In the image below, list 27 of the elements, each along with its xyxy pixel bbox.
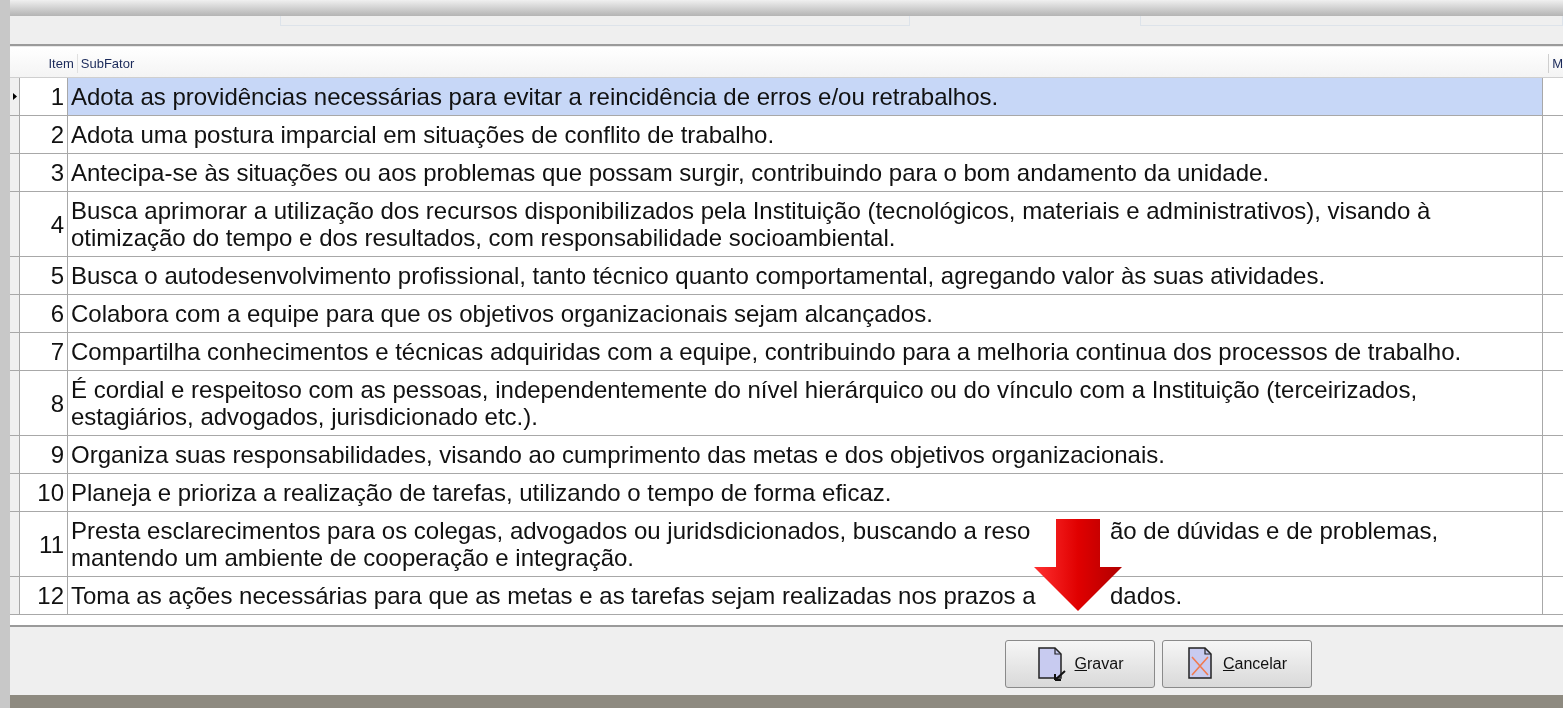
row-header-cell[interactable] <box>10 371 20 435</box>
cell-text: mantendo um ambiente de cooperação e integração. <box>71 544 636 571</box>
row-header-cell[interactable] <box>10 436 20 473</box>
table-cell: Adota uma postura imparcial em situações de conflito de trabalho. <box>68 116 1543 153</box>
column-header[interactable]: Item <box>19 53 78 73</box>
cell-text: ão de dúvidas e de problemas, <box>1110 517 1439 544</box>
row-header-cell[interactable] <box>10 512 20 576</box>
cell-text: Presta esclarecimentos para os colegas, advogados ou juridsdicionados, buscando a reso <box>71 517 1032 544</box>
cell-text: dados. <box>1110 582 1183 609</box>
row-header-cell[interactable] <box>10 192 20 256</box>
row-header-cell[interactable] <box>10 295 20 332</box>
column-header[interactable]: SubFator <box>77 53 1549 73</box>
row-header-cell[interactable] <box>10 333 20 370</box>
row-header-cell[interactable] <box>10 154 20 191</box>
row-header-cell[interactable] <box>10 474 20 511</box>
row-header-cell[interactable] <box>10 257 20 294</box>
table-cell: Antecipa-se às situações ou aos problemas que possam surgir, contribuindo para o bom andamento da unidade. <box>68 154 1543 191</box>
table-cell: Adota as providências necessárias para evitar a reincidência de erros e/ou retrabalhos. <box>68 78 1543 115</box>
row-header-cell[interactable] <box>10 577 20 614</box>
cell-text: Toma as ações necessárias para que as metas e as tarefas sejam realizadas nos prazos a <box>71 582 1037 609</box>
column-header[interactable]: M <box>1548 53 1563 73</box>
save-button[interactable]: Gravar <box>1005 640 1155 688</box>
cancel-button[interactable]: Cancelar <box>1162 640 1312 688</box>
cancel-document-icon <box>1186 646 1215 682</box>
row-header-cell[interactable] <box>10 78 20 115</box>
row-header-cell[interactable] <box>10 116 20 153</box>
save-document-icon <box>1036 646 1067 682</box>
